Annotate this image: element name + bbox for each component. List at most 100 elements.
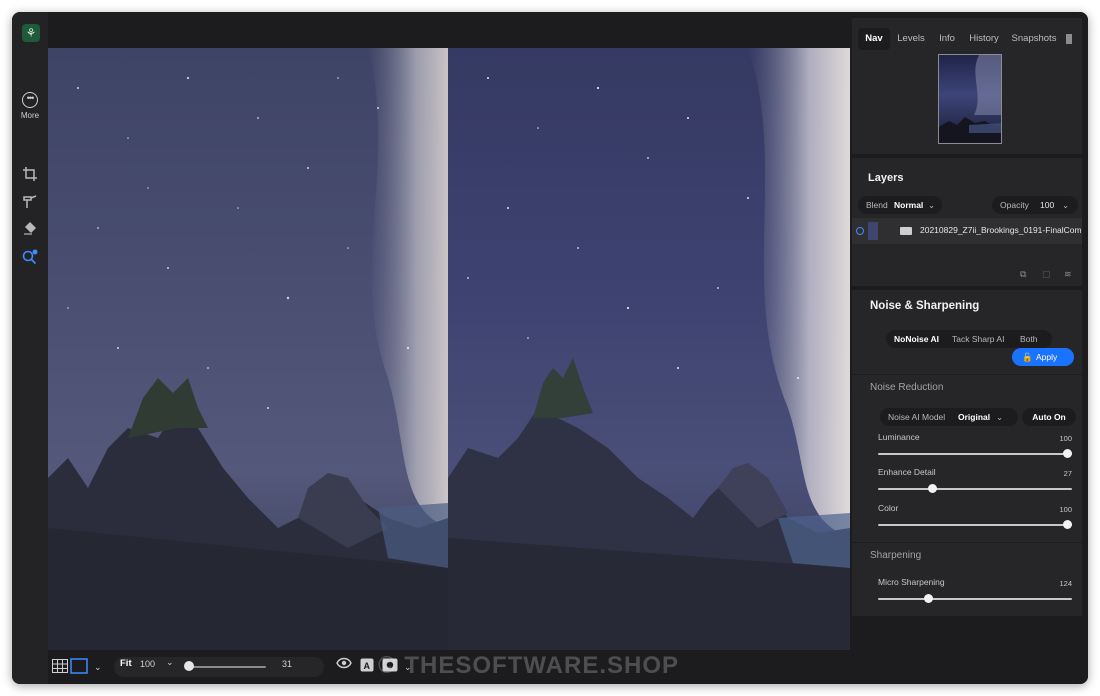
tab-snapshots[interactable]: Snapshots [1008,28,1060,50]
enhance-detail-slider-track[interactable] [878,488,1072,490]
opacity-value: 100 [1040,200,1055,210]
zoom-slider-knob[interactable] [184,661,194,671]
model-value: Original [958,412,991,422]
left-toolbar: ⚘ ••• More [12,12,48,684]
duplicate-layer-icon[interactable]: ⧉ [1020,270,1026,280]
auto-on-toggle[interactable]: Auto On [1022,408,1076,426]
before-image [48,48,448,650]
zoom-tool-button[interactable] [20,248,40,268]
zoom-slider-track[interactable] [190,666,266,668]
noise-sharpening-section: Noise & Sharpening NoNoise AI Tack Sharp… [852,290,1082,616]
more-dots-icon: ••• [22,92,38,108]
opacity-chevron-down-icon: ⌄ [1062,200,1070,210]
right-panel: Nav Levels Info History Snapshots Layers… [850,12,1088,684]
micro-sharpening-label: Micro Sharpening [878,577,945,587]
micro-sharpening-slider-track[interactable] [878,598,1072,600]
noise-mode-selector: NoNoise AI Tack Sharp AI Both [886,330,1052,348]
panel-tabs: Nav Levels Info History Snapshots [858,28,1086,50]
noise-reduction-title: Noise Reduction [870,382,944,393]
layers-title: Layers [868,172,904,184]
micro-sharpening-value: 124 [1059,579,1072,588]
view-chevron-down-icon[interactable]: ⌄ [94,658,102,676]
app-window: ⚘ ••• More ⌄ Fit 100 ⌄ 31 A ⌄ © THESOFTW… [12,12,1088,684]
divider [852,542,1082,543]
model-label: Noise AI Model [888,412,946,422]
compare-ab-button[interactable]: A [360,658,374,679]
more-button[interactable]: ••• More [14,92,46,120]
opacity-dropdown[interactable]: Opacity 100 ⌄ [992,196,1078,214]
layer-thumbnail [868,222,878,240]
mode-tack-sharp-ai[interactable]: Tack Sharp AI [952,330,1004,348]
color-slider-track[interactable] [878,524,1072,526]
app-logo-icon: ⚘ [22,24,40,42]
brush-tool-button[interactable] [20,194,40,214]
delete-layer-icon[interactable]: ▢ [1042,270,1051,280]
enhance-detail-slider-knob[interactable] [927,484,937,493]
nav-section: Nav Levels Info History Snapshots [852,18,1082,154]
zoom-sharpen-icon [22,249,38,265]
noise-model-dropdown[interactable]: Noise AI Model Original ⌄ [880,408,1018,426]
preview-toggle-button[interactable] [336,657,352,676]
navigator-thumbnail[interactable] [938,54,1002,144]
svg-text:A: A [364,661,371,671]
more-label: More [20,111,40,120]
mode-both[interactable]: Both [1020,330,1038,348]
micro-sharpening-slider-knob[interactable] [923,594,933,603]
fit-label[interactable]: Fit [120,658,132,669]
zoom-control: Fit 100 ⌄ 31 [114,657,324,677]
color-slider-knob[interactable] [1063,520,1072,529]
tab-history[interactable]: History [964,28,1004,50]
apply-label: Apply [1036,352,1058,362]
tab-info[interactable]: Info [934,28,960,50]
color-label: Color [878,503,899,513]
luminance-label: Luminance [878,432,920,442]
mode-nonoise-ai[interactable]: NoNoise AI [894,330,939,348]
model-chevron-down-icon: ⌄ [996,412,1004,422]
luminance-value: 100 [1059,434,1072,443]
eraser-tool-button[interactable] [20,220,40,240]
enhance-detail-value: 27 [1063,469,1072,478]
single-view-button[interactable] [70,658,88,681]
luminance-slider-track[interactable] [878,453,1072,455]
zoom-chevron-down-icon[interactable]: ⌄ [166,657,174,668]
blend-label: Blend [866,200,888,210]
layer-name: 20210829_Z7ii_Brookings_0191-FinalComp [920,225,1082,235]
color-value: 100 [1059,505,1072,514]
layer-visibility-icon[interactable] [856,227,864,235]
layer-mask-icon[interactable] [900,227,912,235]
enhance-detail-label: Enhance Detail [878,467,936,477]
blend-mode-dropdown[interactable]: Blend Normal ⌄ [858,196,942,214]
divider [852,374,1082,375]
crop-icon [23,167,37,181]
watermark: © THESOFTWARE.SHOP [378,652,680,679]
eye-icon [336,657,352,669]
rock-silhouette-right [448,77,850,650]
tab-nav[interactable]: Nav [858,28,890,50]
rock-silhouette-left [48,76,448,650]
single-view-icon [70,658,88,674]
grid-view-button[interactable] [52,659,68,680]
panel-options-icon[interactable] [1066,34,1072,44]
zoom-slider-value: 31 [282,659,293,669]
layer-row[interactable]: 20210829_Z7ii_Brookings_0191-FinalComp [852,218,1082,244]
noise-section-title: Noise & Sharpening [870,300,980,312]
luminance-slider-knob[interactable] [1063,449,1072,458]
tab-levels[interactable]: Levels [894,28,928,50]
blend-value: Normal [894,200,924,210]
layer-stack-icon[interactable]: ≋ [1064,270,1072,280]
blend-chevron-down-icon: ⌄ [928,200,936,210]
ab-compare-icon: A [360,658,374,672]
image-canvas[interactable] [48,48,850,650]
apply-button[interactable]: 🔓 Apply [1012,348,1074,366]
after-image [448,48,850,650]
zoom-value[interactable]: 100 [140,659,155,669]
crop-tool-button[interactable] [20,166,40,186]
eraser-icon [24,222,36,235]
lock-icon: 🔓 [1022,352,1033,362]
brush-icon [23,195,37,208]
grid-icon [52,659,68,673]
navigator-image [939,55,1001,143]
layers-section: Layers Blend Normal ⌄ Opacity 100 ⌄ 2021… [852,158,1082,286]
opacity-label: Opacity [1000,200,1029,210]
sharpening-title: Sharpening [870,550,922,561]
